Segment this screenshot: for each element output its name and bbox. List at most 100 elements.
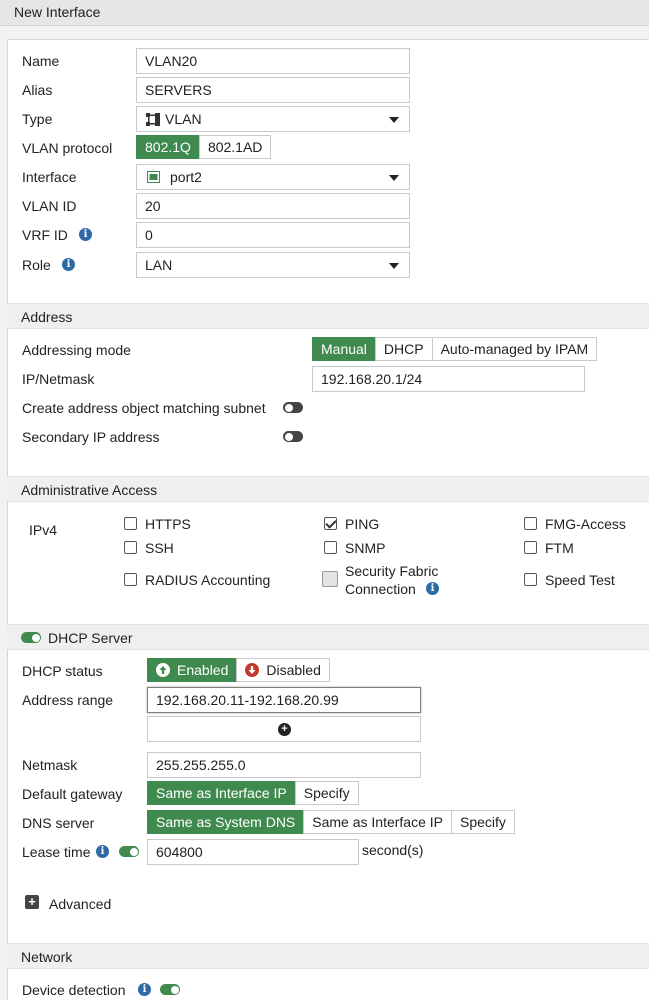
info-icon[interactable]: i (96, 845, 109, 858)
dns-server-label: DNS server (22, 815, 95, 831)
security-fabric-label: Security Fabric (345, 563, 439, 579)
lease-time-input[interactable]: 604800 (147, 839, 359, 865)
admin-access-section-header: Administrative Access (7, 476, 649, 502)
radius-accounting-label: RADIUS Accounting (145, 572, 271, 588)
secondary-ip-toggle[interactable] (283, 431, 303, 442)
fmg-access-label: FMG-Access (545, 516, 626, 532)
lease-time-unit: second(s) (362, 842, 424, 858)
dns-same-as-system[interactable]: Same as System DNS (147, 810, 305, 834)
lease-time-toggle[interactable] (119, 846, 139, 857)
vlan-protocol-label: VLAN protocol (22, 140, 113, 156)
name-label: Name (22, 53, 60, 69)
role-label: Role (22, 257, 51, 273)
role-select[interactable]: LAN (136, 252, 410, 278)
https-checkbox[interactable] (124, 517, 137, 530)
address-section-header: Address (7, 303, 649, 329)
https-label: HTTPS (145, 516, 191, 532)
address-range-input[interactable]: 192.168.20.11-192.168.20.99 (147, 687, 421, 713)
vlan-protocol-8021ad[interactable]: 802.1AD (198, 135, 272, 159)
chevron-down-icon (389, 175, 399, 181)
addressing-mode-manual[interactable]: Manual (312, 337, 376, 361)
alias-input[interactable]: SERVERS (136, 77, 410, 103)
addressing-mode-dhcp[interactable]: DHCP (374, 337, 433, 361)
plus-box-icon: + (25, 895, 39, 909)
advanced-toggle[interactable]: + Advanced (25, 893, 125, 913)
create-object-toggle[interactable] (283, 402, 303, 413)
info-icon[interactable]: i (62, 258, 75, 271)
ip-netmask-input[interactable]: 192.168.20.1/24 (312, 366, 585, 392)
addressing-mode-ipam[interactable]: Auto-managed by IPAM (431, 337, 598, 361)
info-icon[interactable]: i (79, 228, 92, 241)
gateway-same-as-interface[interactable]: Same as Interface IP (147, 781, 296, 805)
info-icon[interactable]: i (426, 582, 439, 595)
security-fabric-checkbox (322, 571, 338, 587)
ssh-checkbox[interactable] (124, 541, 137, 554)
add-range-button[interactable]: + (147, 716, 421, 742)
address-range-label: Address range (22, 692, 114, 708)
window-title: New Interface (0, 0, 649, 26)
vlan-id-label: VLAN ID (22, 198, 77, 214)
dhcp-status-disabled-label: Disabled (266, 662, 321, 678)
device-detection-toggle[interactable] (160, 984, 180, 995)
dhcp-section-title: DHCP Server (48, 630, 133, 646)
interface-select[interactable]: port2 (136, 164, 410, 190)
vlan-protocol-8021q[interactable]: 802.1Q (136, 135, 200, 159)
network-section-header: Network (7, 943, 649, 969)
dhcp-server-toggle[interactable] (21, 632, 41, 643)
ping-label: PING (345, 516, 380, 532)
dhcp-section-header: DHCP Server (7, 624, 649, 650)
fmg-access-checkbox[interactable] (524, 517, 537, 530)
type-select[interactable]: VLAN (136, 106, 410, 132)
chevron-down-icon (389, 263, 399, 269)
vrf-id-label: VRF ID (22, 227, 68, 243)
dns-specify[interactable]: Specify (451, 810, 515, 834)
vrf-id-input[interactable]: 0 (136, 222, 410, 248)
vlan-icon (146, 113, 160, 126)
ftm-checkbox[interactable] (524, 541, 537, 554)
secondary-ip-label: Secondary IP address (22, 429, 160, 445)
security-fabric-label-line2: Connection (345, 581, 416, 597)
type-label: Type (22, 111, 53, 127)
radius-accounting-checkbox[interactable] (124, 573, 137, 586)
network-section-title: Network (21, 949, 73, 965)
type-value: VLAN (165, 111, 202, 127)
speed-test-checkbox[interactable] (524, 573, 537, 586)
dhcp-status-label: DHCP status (22, 663, 103, 679)
dns-same-as-interface[interactable]: Same as Interface IP (303, 810, 452, 834)
device-detection-label: Device detection (22, 982, 126, 998)
netmask-label: Netmask (22, 757, 78, 773)
gateway-specify[interactable]: Specify (294, 781, 359, 805)
dns-server-toggle: Same as System DNS Same as Interface IP … (147, 810, 515, 834)
port-icon (147, 171, 160, 183)
default-gateway-label: Default gateway (22, 786, 123, 802)
lease-time-label: Lease time (22, 844, 91, 860)
advanced-label: Advanced (49, 896, 112, 912)
default-gateway-toggle: Same as Interface IP Specify (147, 781, 359, 805)
name-input[interactable]: VLAN20 (136, 48, 410, 74)
ping-checkbox[interactable] (324, 517, 337, 530)
vlan-id-input[interactable]: 20 (136, 193, 410, 219)
ip-netmask-label: IP/Netmask (22, 371, 95, 387)
ssh-label: SSH (145, 540, 174, 556)
speed-test-label: Speed Test (545, 572, 615, 588)
ftm-label: FTM (545, 540, 574, 556)
dhcp-status-disabled[interactable]: Disabled (236, 658, 330, 682)
addressing-mode-toggle: Manual DHCP Auto-managed by IPAM (312, 337, 598, 361)
dhcp-status-enabled[interactable]: Enabled (147, 658, 238, 682)
chevron-down-icon (389, 117, 399, 123)
create-object-label: Create address object matching subnet (22, 400, 266, 416)
netmask-input[interactable]: 255.255.255.0 (147, 752, 421, 778)
snmp-checkbox[interactable] (324, 541, 337, 554)
arrow-up-circle-icon (156, 663, 170, 677)
dhcp-status-enabled-label: Enabled (177, 662, 229, 678)
address-section-title: Address (21, 309, 73, 325)
info-icon[interactable]: i (138, 983, 151, 996)
snmp-label: SNMP (345, 540, 386, 556)
plus-circle-icon: + (278, 723, 291, 736)
arrow-down-circle-icon (245, 663, 260, 677)
alias-label: Alias (22, 82, 53, 98)
interface-label: Interface (22, 169, 77, 185)
role-value: LAN (145, 257, 173, 273)
interface-value: port2 (170, 169, 202, 185)
dhcp-status-toggle: Enabled Disabled (147, 658, 330, 682)
